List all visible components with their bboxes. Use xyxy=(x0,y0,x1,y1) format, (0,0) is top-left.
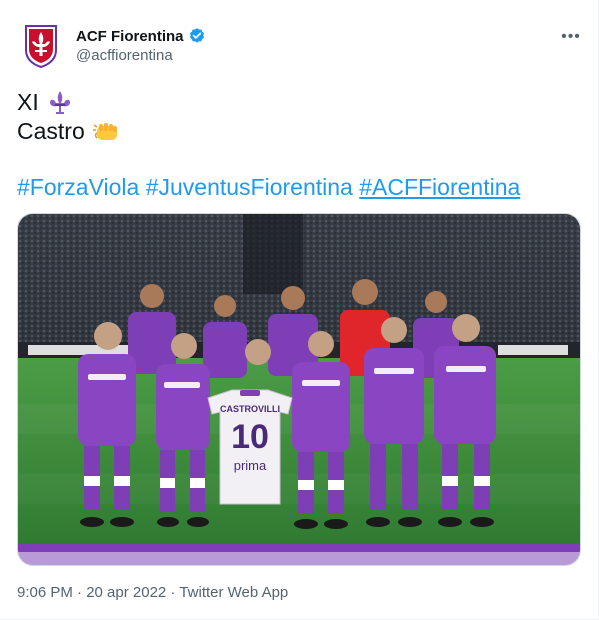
tweet-line-1: XI xyxy=(17,89,39,115)
hashtag-link[interactable]: #JuventusFiorentina xyxy=(146,174,353,200)
more-dots-icon: ••• xyxy=(561,28,581,45)
shirt-number-label: 10 xyxy=(231,418,269,456)
verified-badge-icon xyxy=(189,28,204,43)
tweet-timestamp[interactable]: 9:06 PM · 20 apr 2022 · Twitter Web App xyxy=(17,584,288,601)
fist-bump-emoji-icon xyxy=(92,122,117,140)
more-options-button[interactable]: ••• xyxy=(560,26,582,48)
hashtag-link[interactable]: #ACFFiorentina xyxy=(359,174,520,200)
fleur-de-lis-emoji-icon xyxy=(49,90,70,114)
display-name[interactable]: ACF Fiorentina xyxy=(76,28,184,45)
shirt-sponsor-label: prima xyxy=(234,458,267,473)
fiorentina-crest-icon xyxy=(25,25,57,68)
tweet-card: ACF Fiorentina @acffiorentina ••• XI Cas… xyxy=(0,0,599,620)
tweet-text: XI Castro xyxy=(17,88,577,146)
avatar[interactable] xyxy=(17,22,65,70)
tweet-line-2: Castro xyxy=(17,118,85,144)
team-photo-image: CASTROVILLI 10 prima xyxy=(18,214,580,565)
tweet-author: ACF Fiorentina @acffiorentina xyxy=(76,27,206,64)
handle[interactable]: @acffiorentina xyxy=(76,47,206,64)
tweet-photo[interactable]: CASTROVILLI 10 prima xyxy=(17,213,581,566)
hashtag-list: #ForzaViola #JuventusFiorentina #ACFFior… xyxy=(17,173,520,202)
hashtag-link[interactable]: #ForzaViola xyxy=(17,174,139,200)
shirt-name-label: CASTROVILLI xyxy=(220,404,280,414)
